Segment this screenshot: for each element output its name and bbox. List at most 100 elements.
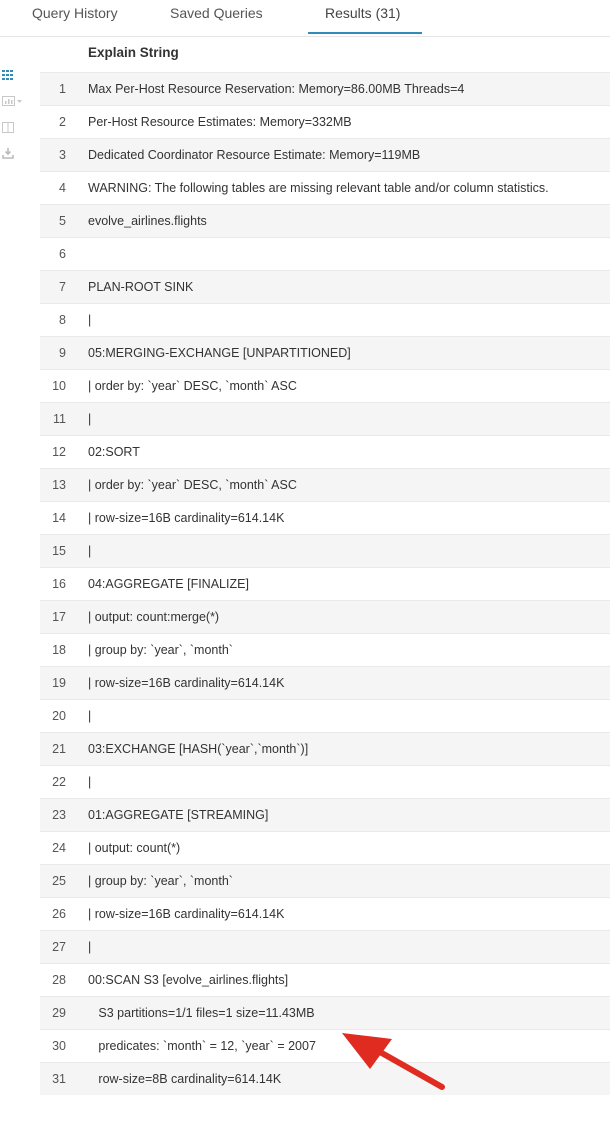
row-number: 8 [59, 313, 66, 327]
table-row[interactable]: 10 | order by: `year` DESC, `month` ASC [40, 369, 610, 402]
tab-results[interactable]: Results (31) [325, 4, 400, 34]
column-header-label: Explain String [88, 45, 179, 60]
explain-string-cell[interactable]: | [88, 304, 91, 337]
explain-string-cell[interactable]: | group by: `year`, `month` [88, 634, 233, 667]
explain-string-cell[interactable]: row-size=8B cardinality=614.14K [88, 1063, 281, 1096]
row-number: 6 [59, 247, 66, 261]
row-number: 28 [52, 973, 66, 987]
explain-string-cell[interactable]: evolve_airlines.flights [88, 205, 207, 238]
explain-string-cell[interactable]: | order by: `year` DESC, `month` ASC [88, 370, 297, 403]
grid-icon [2, 70, 13, 80]
chart-icon [2, 96, 22, 106]
arrow-head [342, 1033, 392, 1069]
columns-view-button[interactable] [2, 118, 28, 136]
explain-string-cell[interactable]: | output: count(*) [88, 832, 180, 865]
results-grid: Explain String 1 Max Per-Host Resource Re… [40, 38, 610, 1095]
explain-string-cell[interactable]: 01:AGGREGATE [STREAMING] [88, 799, 268, 832]
table-row[interactable]: 28 00:SCAN S3 [evolve_airlines.flights] [40, 963, 610, 996]
table-row[interactable]: 27 | [40, 930, 610, 963]
row-number: 21 [52, 742, 66, 756]
row-number: 1 [59, 82, 66, 96]
table-row[interactable]: 22 | [40, 765, 610, 798]
explain-string-cell[interactable]: | row-size=16B cardinality=614.14K [88, 667, 284, 700]
chart-view-button[interactable] [2, 92, 28, 110]
explain-string-cell[interactable]: | [88, 931, 91, 964]
column-header-explain-string[interactable]: Explain String [40, 38, 610, 72]
explain-string-cell[interactable]: PLAN-ROOT SINK [88, 271, 193, 304]
table-row[interactable]: 13 | order by: `year` DESC, `month` ASC [40, 468, 610, 501]
table-row[interactable]: 11 | [40, 402, 610, 435]
explain-string-cell[interactable]: 05:MERGING-EXCHANGE [UNPARTITIONED] [88, 337, 351, 370]
table-row[interactable]: 16 04:AGGREGATE [FINALIZE] [40, 567, 610, 600]
table-row[interactable]: 6 [40, 237, 610, 270]
table-row[interactable]: 17 | output: count:merge(*) [40, 600, 610, 633]
download-icon [2, 147, 14, 159]
table-row[interactable]: 3 Dedicated Coordinator Resource Estimate… [40, 138, 610, 171]
row-number: 29 [52, 1006, 66, 1020]
row-number: 14 [52, 511, 66, 525]
explain-string-cell[interactable]: | order by: `year` DESC, `month` ASC [88, 469, 297, 502]
row-number: 19 [52, 676, 66, 690]
table-row[interactable]: 9 05:MERGING-EXCHANGE [UNPARTITIONED] [40, 336, 610, 369]
explain-string-cell[interactable]: predicates: `month` = 12, `year` = 2007 [88, 1030, 316, 1063]
explain-string-cell[interactable]: | [88, 766, 91, 799]
explain-string-cell[interactable]: 02:SORT [88, 436, 140, 469]
explain-string-cell[interactable]: 03:EXCHANGE [HASH(`year`,`month`)] [88, 733, 308, 766]
row-number: 25 [52, 874, 66, 888]
table-row[interactable]: 21 03:EXCHANGE [HASH(`year`,`month`)] [40, 732, 610, 765]
table-row[interactable]: 29 S3 partitions=1/1 files=1 size=11.43M… [40, 996, 610, 1029]
row-number: 2 [59, 115, 66, 129]
annotation-arrow [342, 1033, 445, 1090]
table-row[interactable]: 12 02:SORT [40, 435, 610, 468]
results-rows: 1 Max Per-Host Resource Reservation: Memo… [40, 72, 610, 1095]
table-row[interactable]: 15 | [40, 534, 610, 567]
row-number: 16 [52, 577, 66, 591]
table-row[interactable]: 26 | row-size=16B cardinality=614.14K [40, 897, 610, 930]
tab-query-history[interactable]: Query History [32, 4, 118, 34]
explain-string-cell[interactable]: 04:AGGREGATE [FINALIZE] [88, 568, 249, 601]
row-number: 31 [52, 1072, 66, 1086]
explain-string-cell[interactable]: | group by: `year`, `month` [88, 865, 233, 898]
table-row[interactable]: 5 evolve_airlines.flights [40, 204, 610, 237]
table-row[interactable]: 25 | group by: `year`, `month` [40, 864, 610, 897]
table-row[interactable]: 4 WARNING: The following tables are missi… [40, 171, 610, 204]
explain-string-cell[interactable]: WARNING: The following tables are missin… [88, 172, 549, 205]
explain-string-cell[interactable]: 00:SCAN S3 [evolve_airlines.flights] [88, 964, 288, 997]
explain-string-cell[interactable]: Dedicated Coordinator Resource Estimate:… [88, 139, 420, 172]
table-row[interactable]: 14 | row-size=16B cardinality=614.14K [40, 501, 610, 534]
grid-view-button[interactable] [2, 66, 28, 84]
explain-string-cell[interactable]: S3 partitions=1/1 files=1 size=11.43MB [88, 997, 314, 1030]
explain-string-cell[interactable]: Max Per-Host Resource Reservation: Memor… [88, 73, 464, 106]
row-number: 26 [52, 907, 66, 921]
explain-string-cell[interactable]: Per-Host Resource Estimates: Memory=332M… [88, 106, 352, 139]
row-number: 18 [52, 643, 66, 657]
row-number: 12 [52, 445, 66, 459]
table-row[interactable]: 20 | [40, 699, 610, 732]
table-row[interactable]: 8 | [40, 303, 610, 336]
row-number: 17 [52, 610, 66, 624]
table-row[interactable]: 19 | row-size=16B cardinality=614.14K [40, 666, 610, 699]
row-number: 23 [52, 808, 66, 822]
row-number: 13 [52, 478, 66, 492]
explain-string-cell[interactable]: | [88, 700, 91, 733]
explain-string-cell[interactable]: | [88, 535, 91, 568]
row-number: 9 [59, 346, 66, 360]
explain-string-cell[interactable]: | row-size=16B cardinality=614.14K [88, 502, 284, 535]
download-button[interactable] [2, 144, 28, 162]
row-number: 15 [52, 544, 66, 558]
row-number: 11 [53, 412, 66, 426]
table-row[interactable]: 18 | group by: `year`, `month` [40, 633, 610, 666]
explain-string-cell[interactable]: | [88, 403, 91, 436]
explain-string-cell[interactable]: | row-size=16B cardinality=614.14K [88, 898, 284, 931]
row-number: 4 [59, 181, 66, 195]
table-row[interactable]: 24 | output: count(*) [40, 831, 610, 864]
table-row[interactable]: 31 row-size=8B cardinality=614.14K [40, 1062, 610, 1095]
table-row[interactable]: 23 01:AGGREGATE [STREAMING] [40, 798, 610, 831]
table-row[interactable]: 2 Per-Host Resource Estimates: Memory=332… [40, 105, 610, 138]
explain-string-cell[interactable]: | output: count:merge(*) [88, 601, 219, 634]
table-row[interactable]: 1 Max Per-Host Resource Reservation: Memo… [40, 72, 610, 105]
tab-saved-queries[interactable]: Saved Queries [170, 4, 263, 34]
results-tab-bar: Query History Saved Queries Results (31) [0, 0, 610, 37]
table-row[interactable]: 7 PLAN-ROOT SINK [40, 270, 610, 303]
table-row[interactable]: 30 predicates: `month` = 12, `year` = 20… [40, 1029, 610, 1062]
